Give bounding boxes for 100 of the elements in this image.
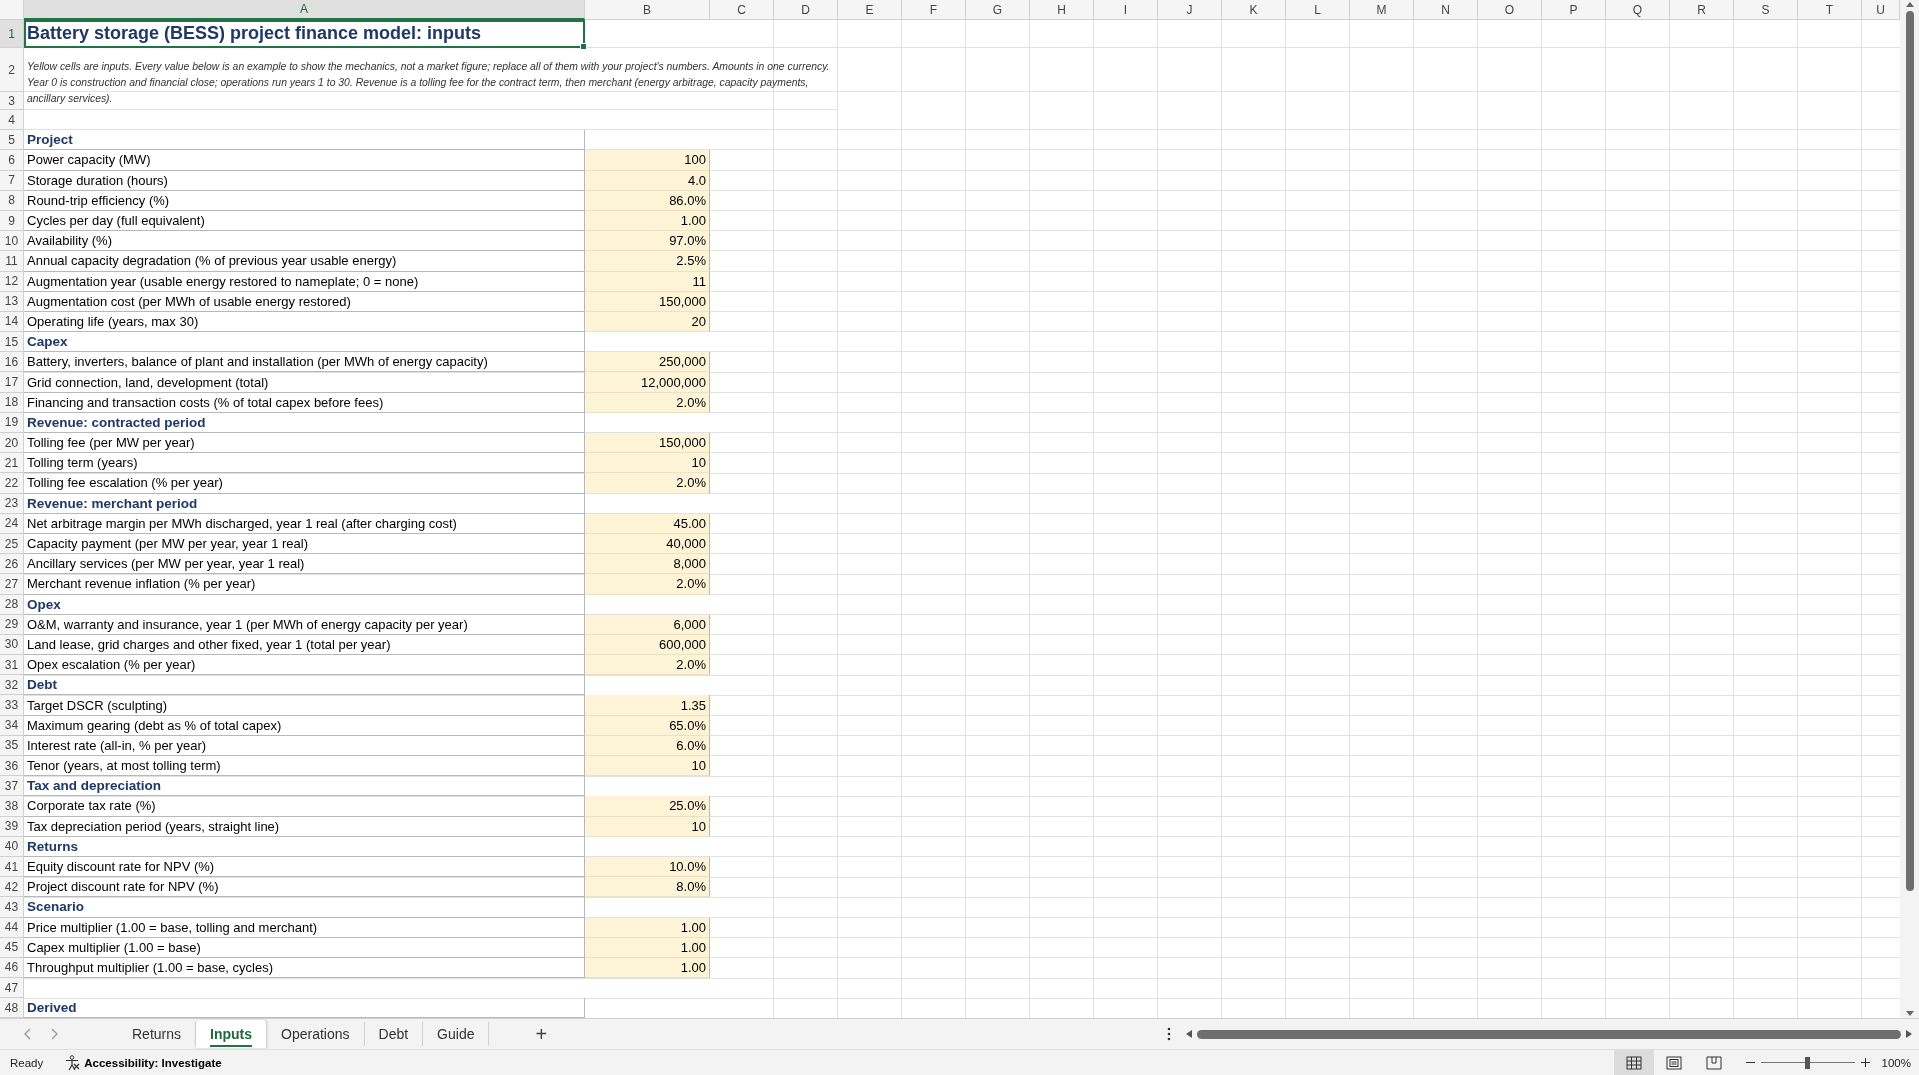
- column-header[interactable]: E: [838, 0, 902, 20]
- row-number[interactable]: 1: [0, 20, 24, 48]
- row-number[interactable]: 25: [0, 533, 24, 555]
- input-cell[interactable]: 12,000,000: [585, 372, 710, 393]
- zoom-level[interactable]: 100%: [1881, 1056, 1911, 1069]
- row-number[interactable]: 16: [0, 352, 24, 373]
- row-number[interactable]: 36: [0, 756, 24, 777]
- row-number[interactable]: 34: [0, 715, 24, 736]
- column-header[interactable]: M: [1350, 0, 1414, 20]
- input-cell[interactable]: 65.0%: [585, 715, 710, 736]
- sheet-tab[interactable]: Guide: [423, 1022, 490, 1046]
- table-cell[interactable]: Round-trip efficiency (%): [24, 190, 585, 211]
- table-cell[interactable]: Availability (%): [24, 231, 585, 252]
- zoom-in-icon[interactable]: [1860, 1058, 1870, 1067]
- row-number[interactable]: 32: [0, 675, 24, 696]
- more-options-icon[interactable]: [1167, 1027, 1171, 1041]
- input-cell[interactable]: 45.00: [585, 513, 710, 534]
- row-number[interactable]: 5: [0, 130, 24, 151]
- table-cell[interactable]: Power capacity (MW): [24, 150, 585, 171]
- row-number[interactable]: 23: [0, 493, 24, 514]
- input-cell[interactable]: 600,000: [585, 634, 710, 656]
- input-cell[interactable]: 6,000: [585, 614, 710, 635]
- row-number[interactable]: 19: [0, 412, 24, 433]
- table-cell[interactable]: Tolling term (years): [24, 453, 585, 474]
- section-heading[interactable]: Project: [24, 130, 585, 151]
- row-number[interactable]: 24: [0, 513, 24, 534]
- next-sheet-icon[interactable]: [51, 1028, 58, 1040]
- table-cell[interactable]: Ancillary services (per MW per year, year 1 real): [24, 554, 585, 575]
- row-number[interactable]: 48: [0, 998, 24, 1018]
- row-number[interactable]: 28: [0, 594, 24, 615]
- input-cell[interactable]: 8,000: [585, 554, 710, 575]
- column-header[interactable]: H: [1030, 0, 1094, 20]
- input-cell[interactable]: 4.0: [585, 170, 710, 191]
- column-header[interactable]: S: [1734, 0, 1798, 20]
- input-cell[interactable]: 10: [585, 756, 710, 777]
- row-number[interactable]: 27: [0, 574, 24, 595]
- sheet-tab[interactable]: Inputs: [196, 1020, 268, 1048]
- input-cell[interactable]: 20: [585, 311, 710, 333]
- scroll-left-icon[interactable]: [1185, 1029, 1193, 1039]
- scroll-up-icon[interactable]: [1904, 0, 1915, 9]
- row-number[interactable]: 12: [0, 271, 24, 292]
- input-cell[interactable]: 1.00: [585, 957, 710, 979]
- column-header[interactable]: G: [966, 0, 1030, 20]
- table-cell[interactable]: Merchant revenue inflation (% per year): [24, 574, 585, 595]
- input-cell[interactable]: 2.0%: [585, 655, 710, 676]
- input-cell[interactable]: 250,000: [585, 352, 710, 373]
- table-cell[interactable]: Capex multiplier (1.00 = base): [24, 937, 585, 958]
- slider-thumb[interactable]: [1805, 1056, 1811, 1069]
- row-number[interactable]: 20: [0, 433, 24, 454]
- table-cell[interactable]: Capacity payment (per MW per year, year 1 real): [24, 533, 585, 555]
- column-header[interactable]: F: [902, 0, 966, 20]
- row-number[interactable]: 46: [0, 957, 24, 979]
- table-cell[interactable]: Land lease, grid charges and other fixed, year 1 (total per year): [24, 634, 585, 656]
- table-cell[interactable]: Tolling fee (per MW per year): [24, 433, 585, 454]
- table-cell[interactable]: Financing and transaction costs (% of total capex before fees): [24, 392, 585, 413]
- section-heading[interactable]: Tax and depreciation: [24, 776, 585, 797]
- table-cell[interactable]: Operating life (years, max 30): [24, 311, 585, 333]
- input-cell[interactable]: 150,000: [585, 433, 710, 454]
- row-number[interactable]: 22: [0, 473, 24, 494]
- row-number[interactable]: 17: [0, 372, 24, 393]
- table-cell[interactable]: Tolling fee escalation (% per year): [24, 473, 585, 494]
- row-number[interactable]: 21: [0, 453, 24, 474]
- table-cell[interactable]: Opex escalation (% per year): [24, 655, 585, 676]
- input-cell[interactable]: 1.35: [585, 695, 710, 716]
- table-cell[interactable]: Price multiplier (1.00 = base, tolling and merchant): [24, 917, 585, 938]
- view-button[interactable]: [1613, 1050, 1654, 1075]
- input-cell[interactable]: 1.00: [585, 937, 710, 958]
- column-header[interactable]: Q: [1606, 0, 1670, 20]
- table-cell[interactable]: Net arbitrage margin per MWh discharged, year 1 real (after charging cost): [24, 513, 585, 534]
- row-number[interactable]: 37: [0, 776, 24, 797]
- column-header[interactable]: A: [24, 0, 585, 20]
- row-number[interactable]: 31: [0, 655, 24, 676]
- column-header[interactable]: T: [1798, 0, 1862, 20]
- input-cell[interactable]: 2.0%: [585, 392, 710, 413]
- row-number[interactable]: 26: [0, 554, 24, 575]
- table-cell[interactable]: Tenor (years, at most tolling term): [24, 756, 585, 777]
- note-text[interactable]: Yellow cells are inputs. Every value below is an example to show the mechanics, not a market figure; replace all of them with your project's numbers. Amounts in one currency. Year 0 is construction and financial close; operations run years 1 to 30. Revenue is a tolling fee for the contract term, then merchant (energy arbitrage, capacity payments, ancillary services).: [24, 48, 838, 110]
- table-cell[interactable]: Grid connection, land, development (total): [24, 372, 585, 393]
- vertical-scrollbar[interactable]: [1900, 0, 1919, 1018]
- row-number[interactable]: 13: [0, 291, 24, 312]
- section-heading[interactable]: Capex: [24, 332, 585, 353]
- table-cell[interactable]: Augmentation year (usable energy restored to nameplate; 0 = none): [24, 271, 585, 292]
- table-cell[interactable]: Storage duration (hours): [24, 170, 585, 191]
- add-sheet-button[interactable]: +: [529, 1022, 554, 1046]
- column-header[interactable]: C: [710, 0, 774, 20]
- column-header[interactable]: B: [585, 0, 710, 20]
- row-number[interactable]: 6: [0, 150, 24, 171]
- section-heading[interactable]: Scenario: [24, 897, 585, 918]
- row-number[interactable]: 7: [0, 170, 24, 191]
- row-number[interactable]: 40: [0, 836, 24, 857]
- column-header[interactable]: L: [1286, 0, 1350, 20]
- scroll-thumb[interactable]: [1905, 11, 1914, 891]
- row-number[interactable]: 30: [0, 634, 24, 656]
- column-header[interactable]: J: [1158, 0, 1222, 20]
- column-header[interactable]: K: [1222, 0, 1286, 20]
- input-cell[interactable]: 1.00: [585, 210, 710, 232]
- column-header[interactable]: I: [1094, 0, 1158, 20]
- row-number[interactable]: 3: [0, 92, 24, 110]
- input-cell[interactable]: 2.5%: [585, 251, 710, 272]
- input-cell[interactable]: 150,000: [585, 291, 710, 312]
